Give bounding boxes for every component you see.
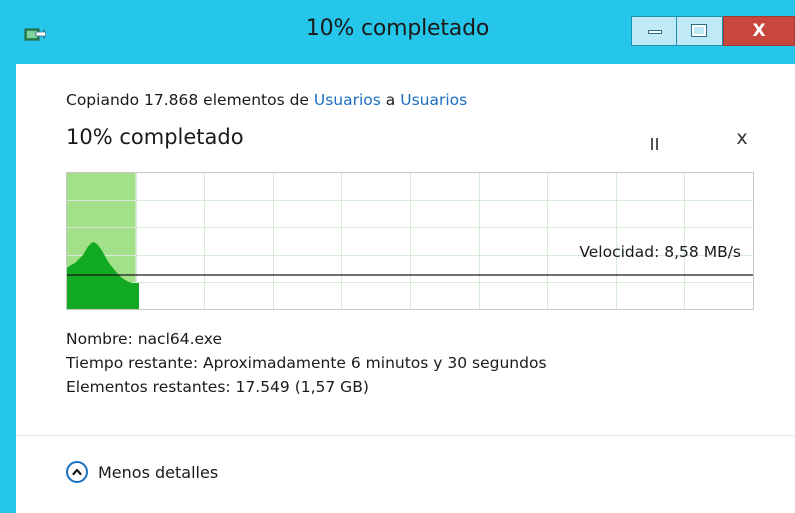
dialog-content: Copiando 17.868 elementos de Usuarios a … xyxy=(16,64,795,513)
title-bar[interactable]: 10% completado X xyxy=(0,0,795,64)
copy-summary-prefix: Copiando 17.868 elementos de xyxy=(66,91,314,109)
pause-icon[interactable] xyxy=(644,130,664,152)
copy-summary-middle: a xyxy=(380,91,401,109)
cancel-icon[interactable]: x xyxy=(730,126,754,150)
minimize-icon xyxy=(648,30,662,34)
progress-title: 10% completado xyxy=(66,125,244,149)
divider xyxy=(16,435,795,436)
copy-summary: Copiando 17.868 elementos de Usuarios a … xyxy=(66,91,467,109)
graph-grid xyxy=(67,173,753,309)
maximize-button[interactable] xyxy=(677,16,723,46)
time-remaining-line: Tiempo restante: Aproximadamente 6 minut… xyxy=(66,354,547,372)
transfer-speed-graph: Velocidad: 8,58 MB/s xyxy=(66,172,754,310)
destination-folder-link[interactable]: Usuarios xyxy=(400,91,467,109)
chevron-up-icon xyxy=(66,461,88,483)
less-details-label: Menos detalles xyxy=(98,463,219,482)
speed-graph-canvas xyxy=(67,173,753,309)
close-button[interactable]: X xyxy=(723,16,795,46)
items-remaining-line: Elementos restantes: 17.549 (1,57 GB) xyxy=(66,378,369,396)
file-name-line: Nombre: nacl64.exe xyxy=(66,330,223,348)
file-copy-window: 10% completado X Copiando 17.868 element… xyxy=(0,0,795,513)
copy-details: Nombre: nacl64.exe Tiempo restante: Apro… xyxy=(66,327,547,399)
source-folder-link[interactable]: Usuarios xyxy=(314,91,381,109)
minimize-button[interactable] xyxy=(631,16,677,46)
close-icon: X xyxy=(752,21,766,41)
maximize-icon xyxy=(691,24,707,37)
speed-label: Velocidad: 8,58 MB/s xyxy=(579,243,741,261)
